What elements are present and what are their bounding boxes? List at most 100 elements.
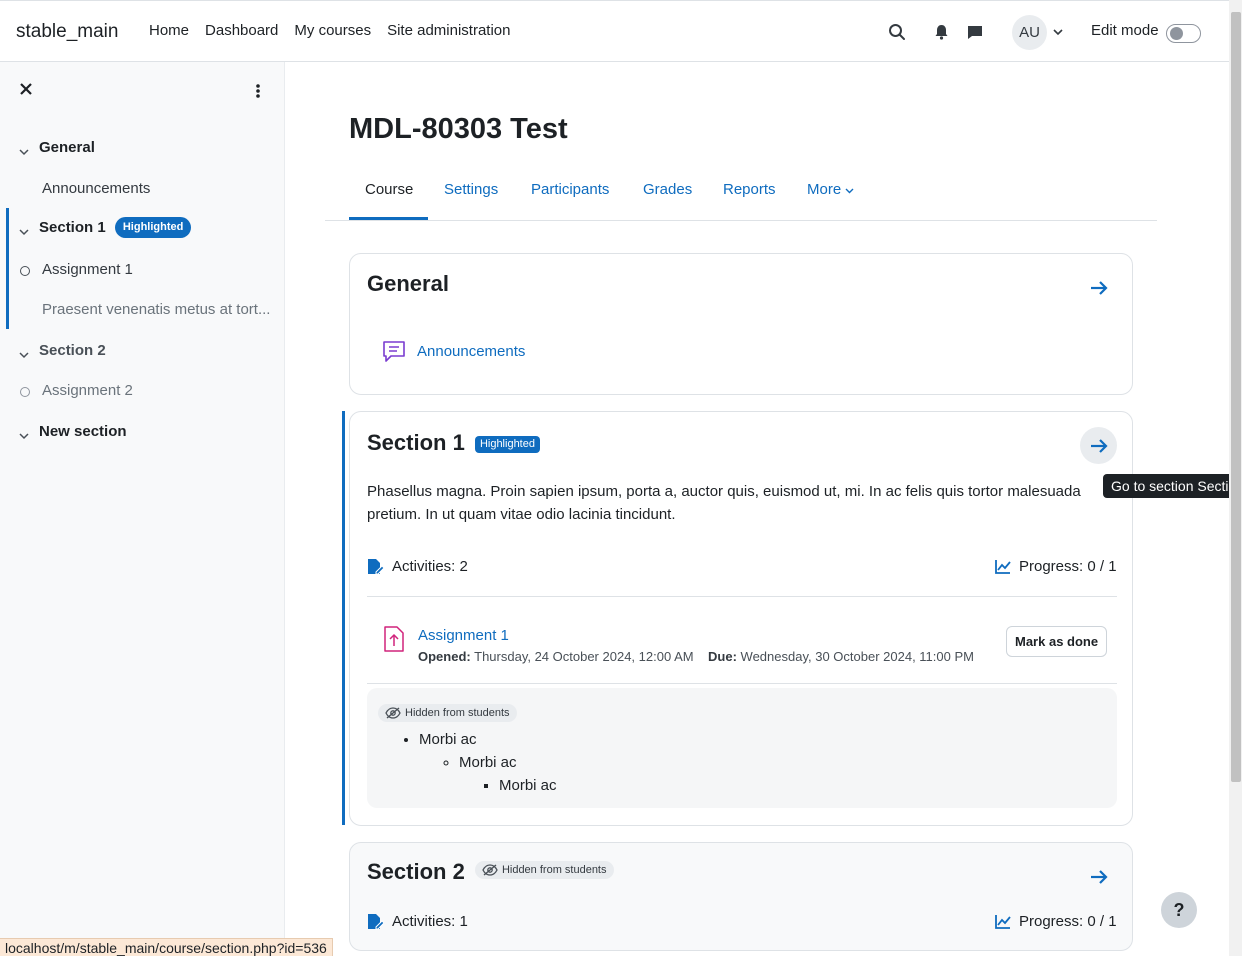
- course-index-section-label[interactable]: General: [39, 139, 95, 156]
- tab-more-label[interactable]: More: [807, 181, 841, 198]
- hidden-badge-label: Hidden from students: [405, 707, 510, 719]
- course-index-section-label[interactable]: Section 2: [39, 342, 106, 359]
- tab-more[interactable]: More: [807, 181, 854, 198]
- course-index-activity-label[interactable]: Assignment 2: [42, 382, 133, 399]
- tooltip: Go to section Section 1: [1103, 474, 1242, 498]
- tab-participants[interactable]: Participants: [531, 181, 609, 198]
- secondary-navigation: Course Settings Participants Grades Repo…: [325, 170, 1157, 221]
- chevron-down-icon[interactable]: [19, 346, 29, 363]
- section-title[interactable]: General: [367, 271, 449, 297]
- site-name[interactable]: stable_main: [16, 21, 118, 43]
- list-item: Morbi ac Morbi ac: [459, 751, 557, 797]
- status-bar-url: localhost/m/stable_main/course/section.p…: [0, 938, 333, 956]
- mark-as-done-button[interactable]: Mark as done: [1006, 626, 1108, 657]
- chevron-down-icon[interactable]: [19, 143, 29, 160]
- activity-item[interactable]: Announcements: [381, 338, 525, 364]
- activities-count: Activities: 1: [367, 913, 468, 930]
- progress-label: Progress: 0 / 1: [1019, 913, 1117, 930]
- nested-list: Morbi ac Morbi ac Morbi ac: [397, 728, 557, 797]
- highlighted-badge: Highlighted: [474, 436, 540, 453]
- course-index-activity-label[interactable]: Praesent venenatis metus at tort...: [42, 301, 270, 318]
- tab-settings[interactable]: Settings: [444, 181, 498, 198]
- highlighted-badge: Highlighted: [114, 217, 192, 238]
- course-index-activity-label[interactable]: Announcements: [42, 180, 150, 197]
- section-title: Section 1 Highlighted: [367, 430, 540, 456]
- messages-icon[interactable]: [958, 15, 992, 49]
- chevron-down-icon[interactable]: [19, 223, 29, 240]
- nav-home[interactable]: Home: [149, 22, 189, 39]
- highlight-indicator: [342, 411, 345, 825]
- scrollbar-thumb[interactable]: [1231, 12, 1241, 782]
- list-item-label: Morbi ac: [419, 731, 477, 748]
- activity-icon: [368, 914, 384, 930]
- due-value: Wednesday, 30 October 2024, 11:00 PM: [740, 649, 974, 664]
- completion-circle-icon: [20, 387, 30, 397]
- chevron-down-icon: [845, 188, 854, 194]
- course-index-section-label[interactable]: Section 1 Highlighted: [39, 217, 192, 240]
- activities-count-label: Activities: 1: [392, 913, 468, 930]
- activity-name[interactable]: Announcements: [417, 343, 525, 360]
- arrow-right-icon[interactable]: [1080, 427, 1117, 464]
- activity-dates: Opened: Thursday, 24 October 2024, 12:00…: [418, 649, 974, 664]
- list-item: Morbi ac: [499, 774, 557, 797]
- section-name[interactable]: Section 1: [367, 430, 465, 455]
- due-label: Due:: [708, 649, 737, 664]
- chart-line-icon: [995, 915, 1011, 929]
- user-tools: AU: [880, 14, 1069, 50]
- section-card-section-1: Section 1 Highlighted Phasellus magna. P…: [349, 411, 1133, 826]
- course-index-section-label[interactable]: New section: [39, 423, 127, 440]
- activity-icon: [368, 559, 384, 575]
- activities-count-label: Activities: 2: [392, 558, 468, 575]
- progress-count: Progress: 0 / 1: [995, 913, 1117, 930]
- section-name[interactable]: Section 1: [39, 219, 106, 236]
- list-item-label: Morbi ac: [459, 754, 517, 771]
- kebab-menu-icon[interactable]: [253, 82, 263, 105]
- divider: [367, 596, 1117, 597]
- active-tab-indicator: [349, 217, 428, 220]
- chevron-down-icon[interactable]: [19, 427, 29, 444]
- hidden-from-students-badge: Hidden from students: [378, 704, 517, 724]
- edit-mode-toggle[interactable]: [1166, 24, 1201, 43]
- edit-mode-label: Edit mode: [1091, 22, 1159, 39]
- section-name[interactable]: Section 2: [367, 859, 465, 884]
- avatar[interactable]: AU: [1012, 14, 1047, 50]
- divider: [367, 683, 1117, 684]
- completion-circle-icon: [20, 266, 30, 276]
- activities-count: Activities: 2: [367, 558, 468, 575]
- eye-slash-icon: [385, 707, 401, 719]
- course-index-activity-label[interactable]: Assignment 1: [42, 261, 133, 278]
- hidden-from-students-badge: Hidden from students: [474, 861, 614, 879]
- assignment-icon: [383, 626, 405, 657]
- page-title: MDL-80303 Test: [349, 113, 568, 145]
- highlight-indicator: [6, 208, 9, 329]
- primary-navigation: Home Dashboard My courses Site administr…: [149, 22, 511, 39]
- arrow-right-icon[interactable]: [1080, 858, 1117, 895]
- help-button[interactable]: ?: [1161, 892, 1197, 928]
- nav-my-courses[interactable]: My courses: [294, 22, 371, 39]
- opened-value: Thursday, 24 October 2024, 12:00 AM: [474, 649, 694, 664]
- close-icon[interactable]: [19, 82, 33, 101]
- chevron-down-icon[interactable]: [1047, 15, 1069, 49]
- section-title: Section 2 Hidden from students: [367, 859, 614, 885]
- nav-site-administration[interactable]: Site administration: [387, 22, 510, 39]
- section-card-general: General Announcements: [349, 253, 1133, 395]
- eye-slash-icon: [482, 864, 498, 876]
- nav-dashboard[interactable]: Dashboard: [205, 22, 278, 39]
- opened-label: Opened:: [418, 649, 471, 664]
- arrow-right-icon[interactable]: [1080, 269, 1117, 306]
- search-icon[interactable]: [880, 15, 914, 49]
- activity-name[interactable]: Assignment 1: [418, 627, 509, 644]
- tab-course[interactable]: Course: [365, 181, 413, 198]
- hidden-badge-label: Hidden from students: [501, 864, 607, 876]
- section-card-section-2: Section 2 Hidden from students Activitie…: [349, 842, 1133, 951]
- top-navbar: stable_main Home Dashboard My courses Si…: [0, 0, 1229, 62]
- chart-line-icon: [995, 560, 1011, 574]
- forum-icon: [383, 341, 405, 362]
- list-item: Morbi ac Morbi ac Morbi ac: [419, 728, 557, 797]
- progress-count: Progress: 0 / 1: [995, 558, 1117, 575]
- bell-icon[interactable]: [924, 15, 958, 49]
- hidden-text-and-media-area: Hidden from students Morbi ac Morbi ac M…: [367, 688, 1117, 808]
- course-index-drawer: General Announcements Section 1 Highligh…: [0, 62, 285, 956]
- tab-reports[interactable]: Reports: [723, 181, 776, 198]
- tab-grades[interactable]: Grades: [643, 181, 692, 198]
